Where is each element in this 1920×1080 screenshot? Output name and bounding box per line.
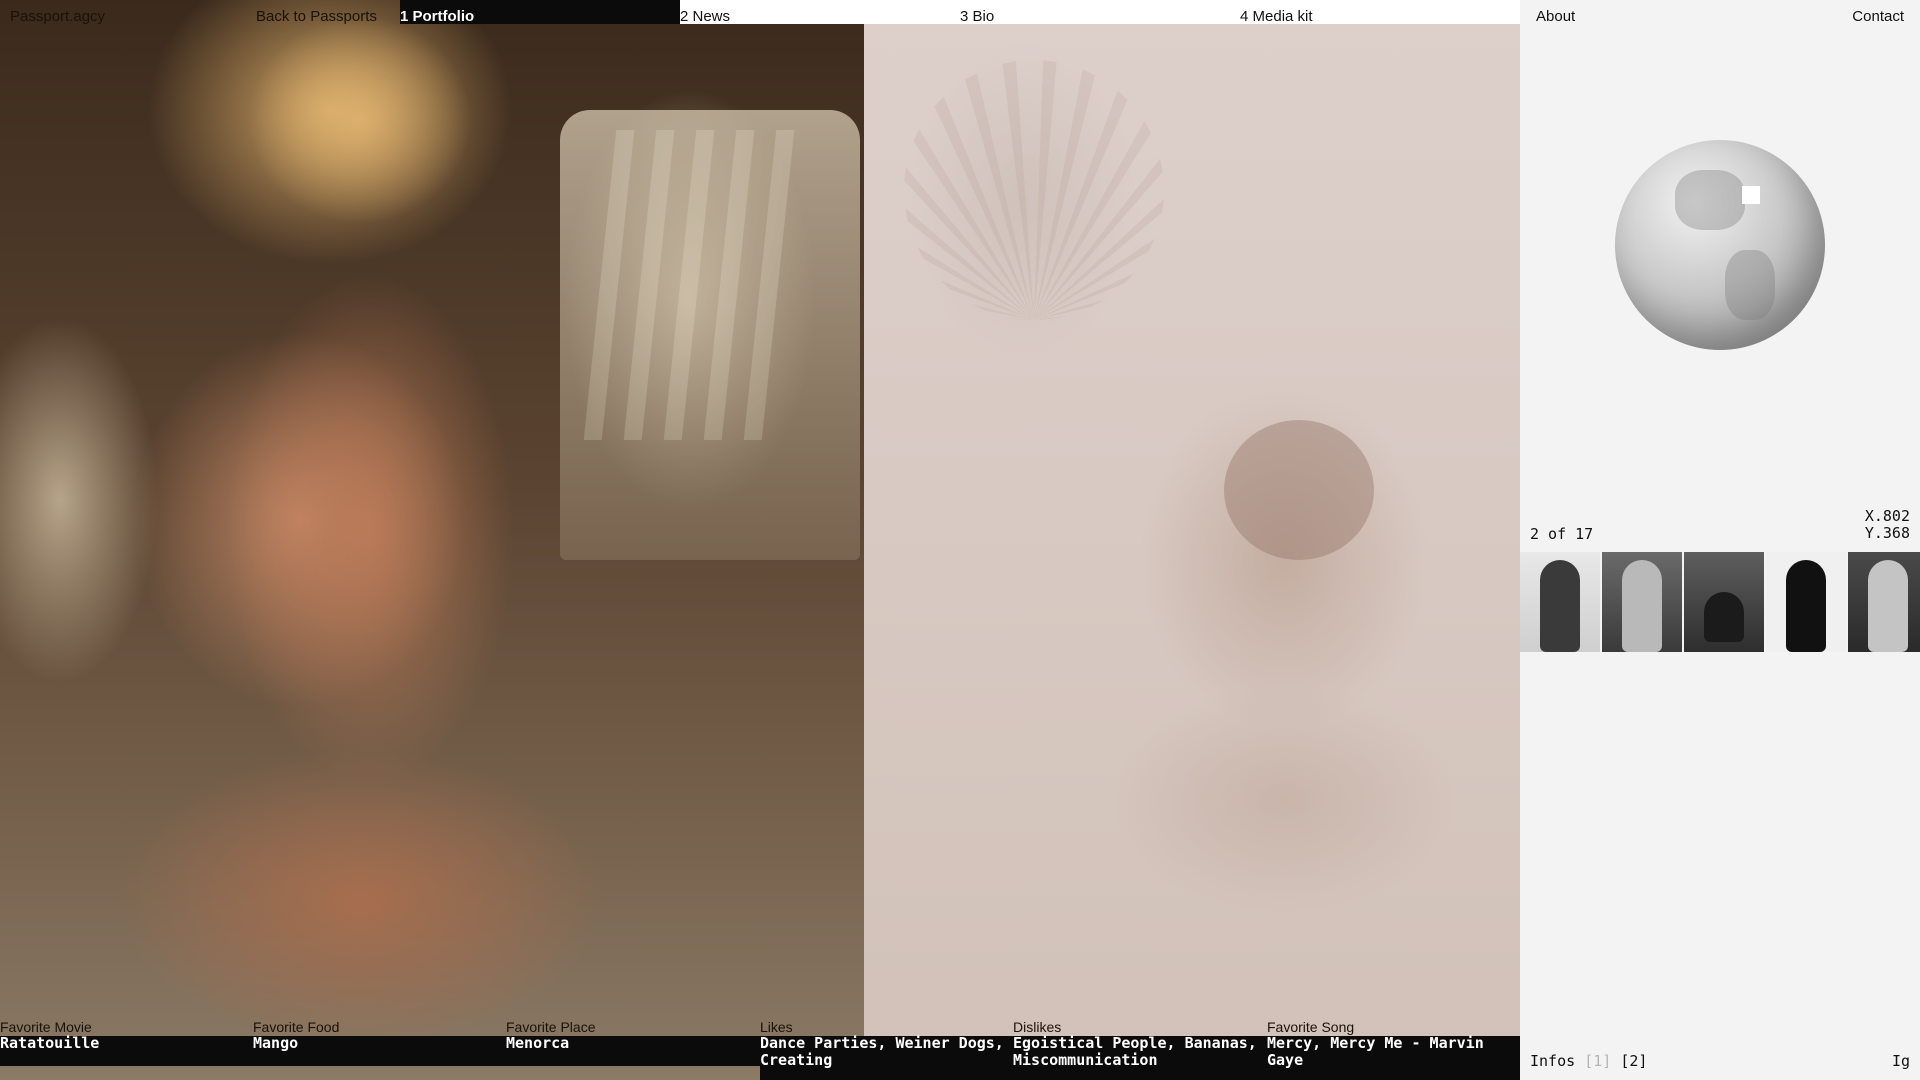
portfolio-photo-next[interactable] xyxy=(864,0,1520,1080)
location-marker-icon xyxy=(1742,186,1760,204)
info-favorite-food: Favorite Food Mango xyxy=(253,1019,503,1052)
contact-link[interactable]: Contact xyxy=(1852,8,1904,26)
thumbnail[interactable] xyxy=(1848,552,1920,652)
side-panel: About Contact X.802 Y.368 2 of 17 Infos … xyxy=(1520,0,1920,1080)
thumbnail[interactable] xyxy=(1602,552,1682,652)
info-label: Dislikes xyxy=(1013,1019,1062,1035)
coordinate-y: Y.368 xyxy=(1864,524,1910,542)
tab-news[interactable]: 2 News xyxy=(680,8,730,26)
infos-toggle[interactable]: Infos [1] [2] xyxy=(1530,1052,1647,1070)
info-value: Egoistical People, Bananas, Miscommunica… xyxy=(1013,1034,1257,1069)
photo-model-figure xyxy=(1224,420,1374,560)
photo-palm-frond xyxy=(904,60,1164,320)
back-to-passports-link[interactable]: Back to Passports xyxy=(256,8,377,26)
photo-model-figure xyxy=(150,10,580,1050)
image-counter: 2 of 17 xyxy=(1530,525,1594,543)
info-label: Favorite Song xyxy=(1267,1019,1355,1035)
infos-label: Infos xyxy=(1530,1052,1576,1070)
about-link[interactable]: About xyxy=(1536,8,1575,26)
coordinate-x: X.802 xyxy=(1864,507,1910,525)
thumbnail-strip xyxy=(1520,552,1920,652)
thumbnail[interactable] xyxy=(1684,552,1764,652)
info-label: Favorite Food xyxy=(253,1019,340,1035)
info-label: Favorite Place xyxy=(506,1019,596,1035)
globe-landmass xyxy=(1675,170,1745,230)
thumbnail-figure xyxy=(1622,560,1662,652)
info-value: Mango xyxy=(253,1034,299,1052)
info-favorite-place: Favorite Place Menorca xyxy=(506,1019,756,1052)
globe-icon[interactable] xyxy=(1615,140,1825,350)
info-value: Dance Parties, Weiner Dogs, Creating xyxy=(760,1034,1004,1069)
thumbnail-figure xyxy=(1540,560,1580,652)
tab-media-kit[interactable]: 4 Media kit xyxy=(1240,8,1313,26)
infos-page-2[interactable]: [2] xyxy=(1620,1052,1647,1070)
portfolio-stage: Passport.agcy Back to Passports 1 Portfo… xyxy=(0,0,1520,1080)
portfolio-photo-current[interactable] xyxy=(0,0,864,1080)
info-favorite-song: Favorite Song Mercy, Mercy Me - Marvin G… xyxy=(1267,1019,1517,1069)
globe-landmass xyxy=(1725,250,1775,320)
info-likes: Likes Dance Parties, Weiner Dogs, Creati… xyxy=(760,1019,1010,1069)
info-dislikes: Dislikes Egoistical People, Bananas, Mis… xyxy=(1013,1019,1263,1069)
info-value: Menorca xyxy=(506,1034,570,1052)
tab-portfolio[interactable]: 1 Portfolio xyxy=(400,8,474,26)
thumbnail[interactable] xyxy=(1520,552,1600,652)
thumbnail-figure xyxy=(1704,592,1744,642)
info-label: Likes xyxy=(760,1019,793,1035)
thumbnail-figure xyxy=(1868,560,1908,652)
instagram-link[interactable]: Ig xyxy=(1892,1052,1910,1070)
info-value: Ratatouille xyxy=(0,1034,100,1052)
thumbnail[interactable] xyxy=(1766,552,1846,652)
infos-page-1[interactable]: [1] xyxy=(1584,1052,1611,1070)
thumbnail-figure xyxy=(1786,560,1826,652)
tab-bio[interactable]: 3 Bio xyxy=(960,8,994,26)
info-label: Favorite Movie xyxy=(0,1019,92,1035)
brand-logo[interactable]: Passport.agcy xyxy=(10,8,105,26)
nav-bar xyxy=(680,0,1520,24)
info-favorite-movie: Favorite Movie Ratatouille xyxy=(0,1019,250,1052)
info-value: Mercy, Mercy Me - Marvin Gaye xyxy=(1267,1034,1484,1069)
